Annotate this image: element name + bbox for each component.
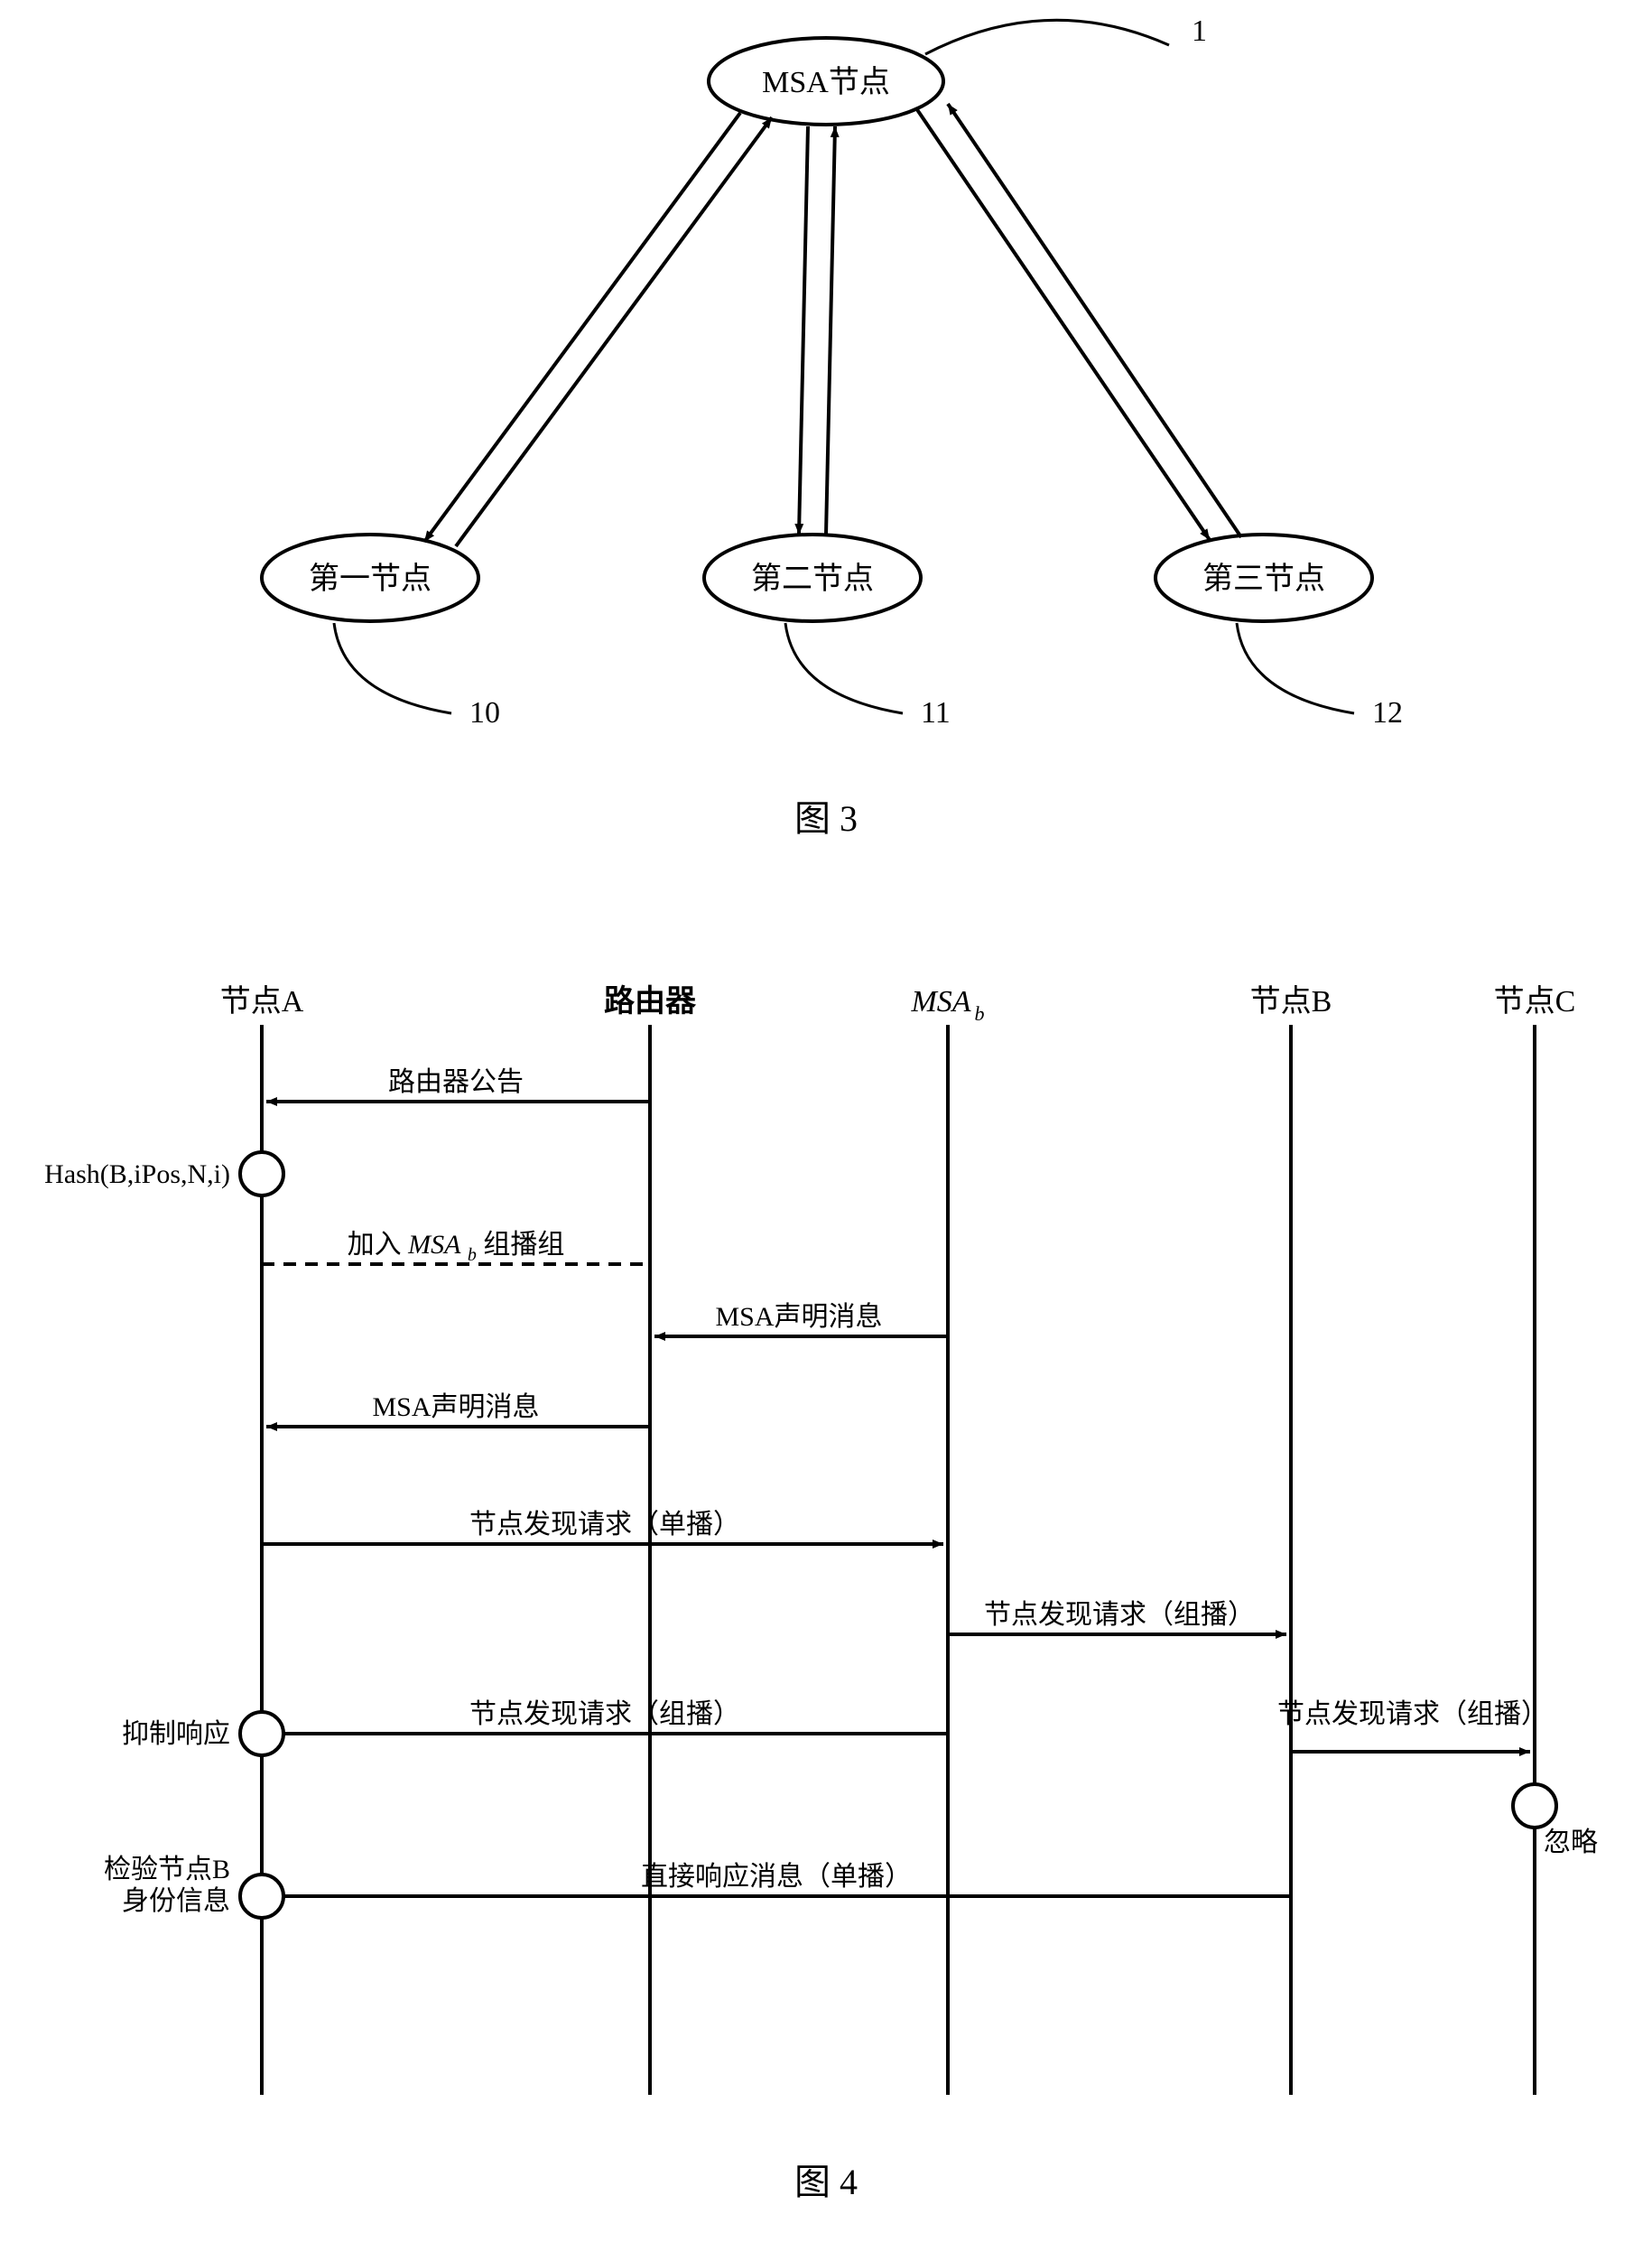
event-verify-label-2: 身份信息 bbox=[122, 1886, 230, 1916]
event-ignore bbox=[1513, 1784, 1556, 1828]
figure-4: 节点A 路由器 MSA b 节点B 节点C 路由器公告 Hash(B,iPos,… bbox=[44, 984, 1598, 2202]
lifeline-msa-label: MSA b bbox=[910, 985, 984, 1025]
node-first-label: 第一节点 bbox=[309, 562, 432, 596]
node-msa-top: MSA节点 bbox=[709, 38, 943, 125]
edge-msa-first bbox=[424, 113, 772, 546]
msg-discovery-multicast-c-label: 节点发现请求（组播） bbox=[1277, 1699, 1548, 1729]
msg-join-msa-group-label: 加入 MSA b 组播组 bbox=[348, 1230, 565, 1267]
node-msa-label: MSA节点 bbox=[762, 65, 890, 99]
node-third: 第三节点 bbox=[1155, 535, 1372, 621]
leader-second bbox=[785, 623, 903, 713]
lifeline-a-label: 节点A bbox=[220, 984, 304, 1019]
leader-msa bbox=[925, 20, 1169, 54]
lifeline-b-label: 节点B bbox=[1250, 984, 1332, 1019]
event-hash bbox=[240, 1152, 283, 1195]
node-second: 第二节点 bbox=[704, 535, 921, 621]
ref-second: 11 bbox=[921, 696, 951, 730]
msg-discovery-multicast-left-label: 节点发现请求（组播） bbox=[469, 1699, 740, 1729]
event-suppress-label: 抑制响应 bbox=[122, 1719, 230, 1749]
edge-msa-third bbox=[916, 104, 1241, 540]
msg-router-advert-label: 路由器公告 bbox=[388, 1067, 524, 1097]
edge-msa-second bbox=[799, 126, 835, 535]
ref-third: 12 bbox=[1372, 696, 1403, 730]
node-first: 第一节点 bbox=[262, 535, 478, 621]
msg-direct-response-label: 直接响应消息（单播） bbox=[641, 1862, 912, 1892]
event-hash-label: Hash(B,iPos,N,i) bbox=[44, 1159, 230, 1189]
msg-discovery-multicast-right-label: 节点发现请求（组播） bbox=[984, 1600, 1255, 1630]
lifeline-c-label: 节点C bbox=[1494, 984, 1576, 1019]
figure-3: MSA节点 1 第一节点 10 第二节点 11 第三节点 12 bbox=[262, 14, 1403, 839]
event-ignore-label: 忽略 bbox=[1544, 1828, 1598, 1857]
leader-first bbox=[334, 623, 451, 713]
msg-msa-announce-2-label: MSA声明消息 bbox=[372, 1392, 539, 1422]
lifeline-router-label: 路由器 bbox=[604, 984, 697, 1019]
event-verify bbox=[240, 1875, 283, 1918]
leader-third bbox=[1237, 623, 1354, 713]
ref-msa: 1 bbox=[1192, 14, 1207, 48]
event-verify-label-1: 检验节点B bbox=[104, 1855, 230, 1884]
node-third-label: 第三节点 bbox=[1202, 562, 1325, 596]
event-suppress bbox=[240, 1712, 283, 1755]
figure-3-caption: 图 3 bbox=[794, 798, 858, 839]
node-second-label: 第二节点 bbox=[751, 562, 874, 596]
ref-first: 10 bbox=[469, 696, 500, 730]
msg-discovery-unicast-label: 节点发现请求（单播） bbox=[469, 1510, 740, 1540]
msg-msa-announce-1-label: MSA声明消息 bbox=[715, 1302, 882, 1332]
figure-4-caption: 图 4 bbox=[794, 2162, 858, 2202]
